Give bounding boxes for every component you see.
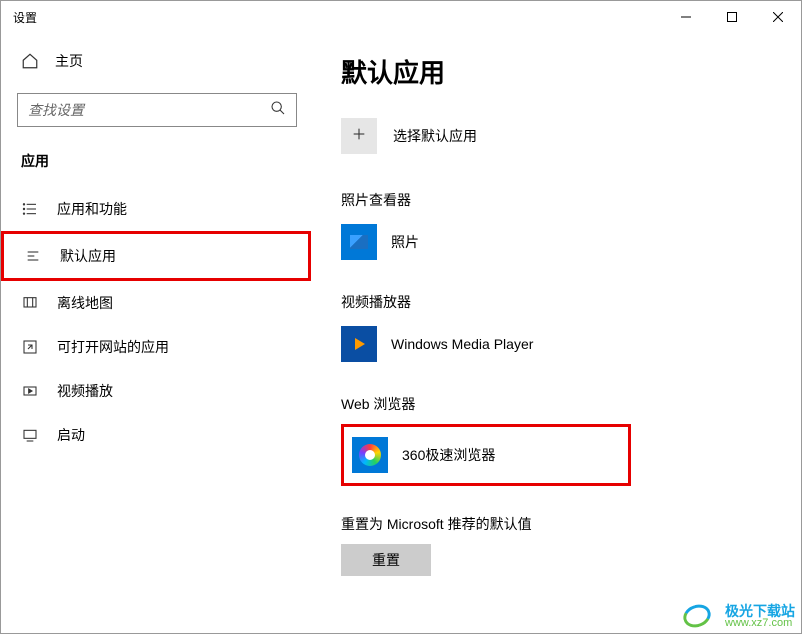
window-controls — [663, 1, 801, 33]
sidebar-category: 应用 — [1, 143, 311, 187]
home-icon — [21, 52, 39, 70]
home-nav[interactable]: 主页 — [1, 41, 311, 81]
reset-description: 重置为 Microsoft 推荐的默认值 — [341, 514, 771, 534]
nav-label: 默认应用 — [60, 246, 116, 266]
web-browser-app[interactable]: 360极速浏览器 — [341, 424, 631, 486]
choose-default-row: 选择默认应用 — [341, 118, 771, 154]
section-web-browser: Web 浏览器 360极速浏览器 — [341, 394, 771, 486]
nav-item-offline-maps[interactable]: 离线地图 — [1, 281, 311, 325]
window-title: 设置 — [13, 9, 37, 26]
section-title: Web 浏览器 — [341, 394, 771, 414]
browser-360-icon — [352, 437, 388, 473]
nav-label: 视频播放 — [57, 381, 113, 401]
maximize-button[interactable] — [709, 1, 755, 33]
nav-item-apps-features[interactable]: 应用和功能 — [1, 187, 311, 231]
plus-icon — [351, 126, 367, 147]
wmp-app-icon — [341, 326, 377, 362]
search-input[interactable] — [28, 102, 270, 118]
nav-label: 可打开网站的应用 — [57, 337, 169, 357]
minimize-button[interactable] — [663, 1, 709, 33]
video-player-app[interactable]: Windows Media Player — [341, 322, 771, 366]
nav-list: 应用和功能 默认应用 离线地图 可打开网站的应用 — [1, 187, 311, 457]
app-name: 照片 — [391, 232, 419, 252]
search-container — [17, 93, 295, 127]
app-name: 360极速浏览器 — [402, 445, 495, 465]
nav-item-startup[interactable]: 启动 — [1, 413, 311, 457]
nav-label: 离线地图 — [57, 293, 113, 313]
nav-label: 启动 — [57, 425, 85, 445]
nav-item-default-apps[interactable]: 默认应用 — [1, 231, 311, 281]
add-default-button[interactable] — [341, 118, 377, 154]
choose-default-label: 选择默认应用 — [393, 126, 477, 146]
sidebar: 主页 应用 应用和功能 默认应用 — [1, 33, 311, 633]
list-icon — [21, 200, 39, 218]
section-title: 视频播放器 — [341, 292, 771, 312]
home-label: 主页 — [55, 51, 83, 71]
startup-icon — [21, 426, 39, 444]
nav-item-apps-for-websites[interactable]: 可打开网站的应用 — [1, 325, 311, 369]
default-icon — [24, 247, 42, 265]
photo-viewer-app[interactable]: 照片 — [341, 220, 771, 264]
close-button[interactable] — [755, 1, 801, 33]
app-name: Windows Media Player — [391, 336, 533, 352]
main-panel: 默认应用 选择默认应用 照片查看器 照片 视频播放器 Windows Media… — [311, 33, 801, 633]
open-icon — [21, 338, 39, 356]
section-photo-viewer: 照片查看器 照片 — [341, 190, 771, 264]
search-box[interactable] — [17, 93, 297, 127]
search-icon — [270, 100, 286, 121]
video-icon — [21, 382, 39, 400]
reset-button[interactable]: 重置 — [341, 544, 431, 576]
titlebar: 设置 — [1, 1, 801, 33]
map-icon — [21, 294, 39, 312]
nav-label: 应用和功能 — [57, 199, 127, 219]
section-title: 照片查看器 — [341, 190, 771, 210]
nav-item-video-playback[interactable]: 视频播放 — [1, 369, 311, 413]
photos-app-icon — [341, 224, 377, 260]
page-title: 默认应用 — [341, 53, 771, 90]
section-video-player: 视频播放器 Windows Media Player — [341, 292, 771, 366]
